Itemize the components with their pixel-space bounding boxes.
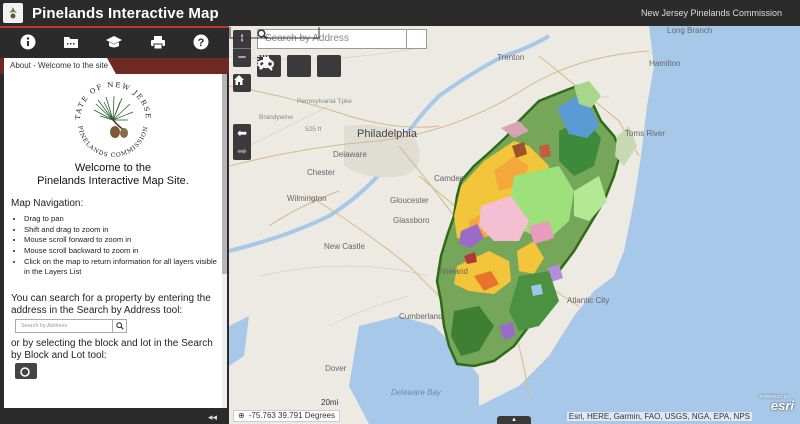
map-label-hamilton: Hamilton bbox=[649, 59, 681, 68]
map-label-toms-river: Toms River bbox=[625, 129, 666, 138]
measure-tool-button[interactable] bbox=[259, 55, 341, 77]
scale-label: 20mi bbox=[321, 398, 339, 407]
home-button[interactable] bbox=[233, 74, 251, 92]
map-label-glassboro: Glassboro bbox=[393, 216, 430, 225]
map-label-wilmington: Wilmington bbox=[287, 194, 327, 203]
list-item: Click on the map to return information f… bbox=[24, 257, 222, 277]
print-icon[interactable] bbox=[148, 32, 168, 52]
block-lot-tool-icon bbox=[15, 363, 37, 380]
expand-bottom-panel-button[interactable]: ▴ bbox=[497, 416, 531, 424]
map-label-chester: Chester bbox=[307, 168, 336, 177]
back-extent-button[interactable]: ⬅ bbox=[233, 124, 251, 142]
map-attribution: Esri, HERE, Garmin, FAO, USGS, NGA, EPA,… bbox=[566, 412, 752, 421]
scale-bar bbox=[229, 27, 320, 39]
organization-name: New Jersey Pinelands Commission bbox=[640, 8, 782, 18]
search-instructions: You can search for a property by enterin… bbox=[11, 293, 211, 316]
map-label-brandywine: Brandywine bbox=[259, 114, 293, 121]
collapse-panel-button[interactable]: ◂◂ bbox=[208, 412, 217, 423]
map-navigation-title: Map Navigation: bbox=[11, 198, 84, 209]
navigation-list: Drag to pan Shift and drag to zoom in Mo… bbox=[24, 214, 222, 277]
map-label-delaware: Delaware bbox=[333, 150, 367, 159]
map-label-gloucester: Gloucester bbox=[390, 196, 429, 205]
map-label-dover: Dover bbox=[325, 364, 347, 373]
welcome-line-2: Pinelands Interactive Map Site. bbox=[37, 175, 189, 187]
crosshair-icon[interactable]: ⊕ bbox=[238, 411, 245, 421]
panel-footer: ◂◂ bbox=[0, 410, 229, 424]
list-item: Mouse scroll forward to zoom in bbox=[24, 235, 222, 245]
help-icon[interactable]: ? bbox=[191, 32, 211, 52]
svg-text:?: ? bbox=[198, 37, 205, 49]
coordinate-text: -75.763 39.791 Degrees bbox=[248, 411, 335, 420]
map-label-camden: Camden bbox=[434, 174, 465, 183]
search-icon bbox=[113, 319, 127, 334]
map-label-long-branch: Long Branch bbox=[667, 26, 713, 35]
extent-navigation: ⬅ ➡ bbox=[233, 124, 251, 160]
panel-tab-about[interactable]: About - Welcome to the site bbox=[4, 58, 116, 74]
app-header: Pinelands Interactive Map New Jersey Pin… bbox=[0, 0, 800, 26]
identify-tool-button[interactable] bbox=[258, 55, 311, 77]
pinelands-commission-seal: STATE OF NEW JERSEY PINELANDS COMMISSION bbox=[58, 80, 151, 159]
esri-logo[interactable]: esri bbox=[771, 398, 794, 413]
layers-icon[interactable] bbox=[104, 32, 124, 52]
search-demo-widget: Search by Address bbox=[15, 319, 222, 334]
search-demo-input: Search by Address bbox=[15, 319, 113, 334]
coordinate-readout: ⊕ -75.763 39.791 Degrees bbox=[233, 410, 340, 422]
home-icon bbox=[234, 75, 244, 85]
folder-icon[interactable] bbox=[61, 32, 81, 52]
panel-header: About - Welcome to the site bbox=[0, 58, 229, 74]
list-item: Drag to pan bbox=[24, 214, 222, 224]
app-title: Pinelands Interactive Map bbox=[32, 4, 219, 22]
app-logo bbox=[0, 0, 26, 26]
map-label-philadelphia: Philadelphia bbox=[357, 128, 417, 140]
map-label-penn-tpke: Pennsylvania Tpke bbox=[297, 98, 352, 105]
list-item: Mouse scroll backward to zoom in bbox=[24, 246, 222, 256]
map-label-vineland: Vineland bbox=[437, 267, 468, 276]
forward-extent-button[interactable]: ➡ bbox=[233, 142, 251, 160]
map-tools bbox=[257, 55, 341, 77]
ruler-icon bbox=[259, 58, 271, 70]
zoom-out-button[interactable]: − bbox=[233, 49, 251, 67]
map-label-ft: 525 ft bbox=[305, 126, 322, 133]
list-item: Shift and drag to zoom in bbox=[24, 225, 222, 235]
panel-scrollbar-thumb[interactable] bbox=[222, 74, 227, 274]
map-label-cumberland: Cumberland bbox=[399, 312, 443, 321]
address-search-button[interactable] bbox=[257, 29, 427, 49]
info-icon[interactable] bbox=[18, 32, 38, 52]
map-label-trenton: Trenton bbox=[497, 53, 525, 62]
block-lot-instructions: or by selecting the block and lot in the… bbox=[11, 338, 213, 361]
map-label-atlantic-city: Atlantic City bbox=[567, 296, 610, 305]
side-panel: ? About - Welcome to the site STATE OF N… bbox=[0, 26, 229, 424]
panel-toolbar: ? bbox=[0, 26, 229, 56]
pinelands-logo-icon bbox=[9, 7, 17, 19]
about-panel-content: STATE OF NEW JERSEY PINELANDS COMMISSION… bbox=[4, 74, 222, 408]
basemap bbox=[229, 26, 800, 424]
welcome-heading: Welcome to the Pinelands Interactive Map… bbox=[4, 162, 222, 188]
map-label-delaware-bay: Delaware Bay bbox=[391, 388, 441, 397]
welcome-line-1: Welcome to the bbox=[74, 162, 152, 174]
map-view[interactable]: Trenton Philadelphia Long Branch Hamilto… bbox=[229, 26, 800, 424]
map-label-new-castle: New Castle bbox=[324, 242, 365, 251]
